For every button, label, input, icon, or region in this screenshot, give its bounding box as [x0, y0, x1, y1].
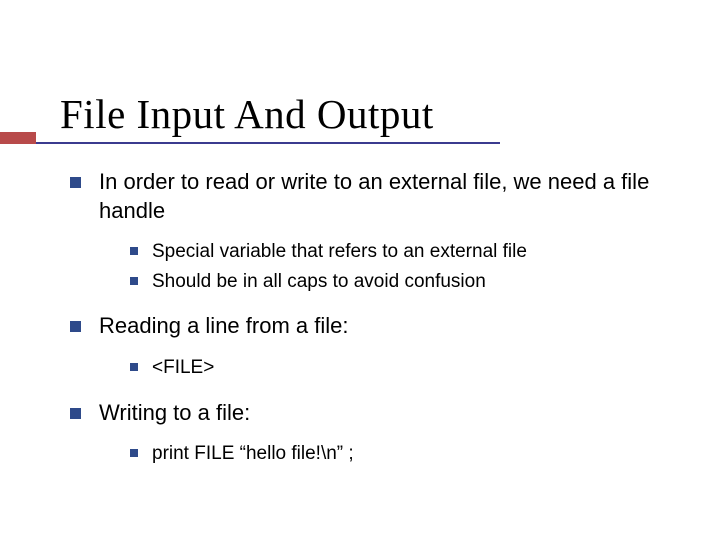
title-accent [0, 132, 36, 144]
bullet-level-1: Reading a line from a file: [70, 312, 670, 341]
bullet-text: In order to read or write to an external… [99, 168, 670, 225]
square-bullet-icon [70, 408, 81, 419]
bullet-level-2: <FILE> [130, 355, 670, 381]
bullet-text: Writing to a file: [99, 399, 250, 428]
square-bullet-icon [70, 321, 81, 332]
slide-title-wrap: File Input And Output [60, 90, 670, 138]
bullet-children: Special variable that refers to an exter… [130, 239, 670, 294]
bullet-level-1: Writing to a file: [70, 399, 670, 428]
square-bullet-icon [130, 363, 138, 371]
square-bullet-icon [130, 277, 138, 285]
bullet-text: Reading a line from a file: [99, 312, 348, 341]
bullet-text: <FILE> [152, 355, 214, 381]
bullet-text: print FILE “hello file!\n” ; [152, 441, 354, 467]
bullet-level-2: Should be in all caps to avoid confusion [130, 269, 670, 295]
bullet-children: print FILE “hello file!\n” ; [130, 441, 670, 467]
square-bullet-icon [130, 449, 138, 457]
bullet-level-2: print FILE “hello file!\n” ; [130, 441, 670, 467]
bullet-children: <FILE> [130, 355, 670, 381]
title-underline [0, 142, 500, 144]
bullet-text: Should be in all caps to avoid confusion [152, 269, 486, 295]
slide-title: File Input And Output [60, 90, 670, 138]
bullet-level-2: Special variable that refers to an exter… [130, 239, 670, 265]
square-bullet-icon [70, 177, 81, 188]
slide-content: In order to read or write to an external… [70, 168, 670, 467]
bullet-level-1: In order to read or write to an external… [70, 168, 670, 225]
square-bullet-icon [130, 247, 138, 255]
bullet-text: Special variable that refers to an exter… [152, 239, 527, 265]
